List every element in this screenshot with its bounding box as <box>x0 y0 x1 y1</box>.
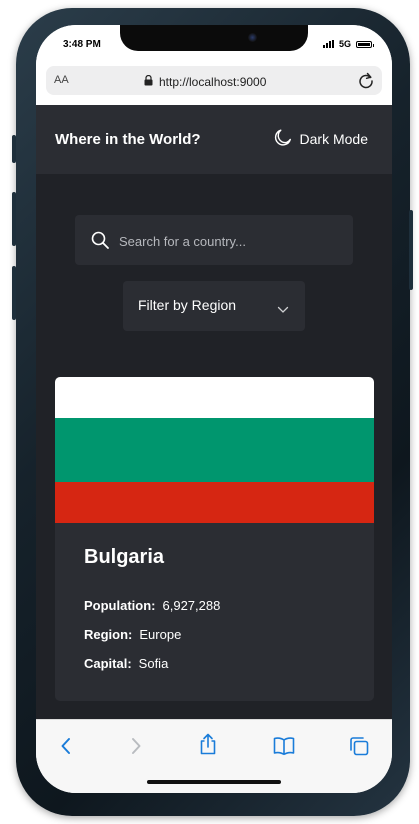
region-row: Region: Europe <box>84 627 181 642</box>
browser-toolbar <box>36 719 392 793</box>
battery-icon <box>356 40 374 48</box>
population-label: Population: <box>84 598 156 613</box>
reload-icon[interactable] <box>358 71 374 94</box>
tabs-icon[interactable] <box>348 735 370 762</box>
flag-stripe-green <box>55 418 374 482</box>
population-value: 6,927,288 <box>162 598 221 613</box>
status-bar: 3:48 PM 5G <box>36 25 392 67</box>
dark-mode-toggle[interactable]: Dark Mode <box>273 127 368 150</box>
chevron-down-icon <box>277 301 289 319</box>
notch <box>120 25 308 51</box>
search-input[interactable] <box>117 228 341 254</box>
capital-value: Sofia <box>138 656 169 671</box>
capital-label: Capital: <box>84 656 132 671</box>
dark-mode-label: Dark Mode <box>299 130 368 147</box>
moon-icon <box>273 127 293 150</box>
flag-stripe-white <box>55 377 374 418</box>
status-indicators: 5G <box>322 39 374 49</box>
lock-icon <box>144 73 153 91</box>
country-card[interactable]: Bulgaria Population: 6,927,288 Region: Eur… <box>55 377 374 701</box>
search-bar[interactable] <box>75 215 353 265</box>
region-filter-dropdown[interactable]: Filter by Region <box>123 281 305 331</box>
population-row: Population: 6,927,288 <box>84 598 220 613</box>
bookmarks-icon[interactable] <box>272 735 296 762</box>
back-icon[interactable] <box>59 735 73 762</box>
app-title: Where in the World? <box>55 131 201 148</box>
signal-icon <box>322 40 334 48</box>
silent-switch <box>12 135 16 163</box>
address-bar[interactable]: AA http://localhost:9000 <box>46 66 382 95</box>
url-display[interactable]: http://localhost:9000 <box>144 73 266 91</box>
network-type: 5G <box>338 39 351 49</box>
status-time: 3:48 PM <box>63 39 101 50</box>
url-text: http://localhost:9000 <box>159 75 267 89</box>
web-page: Where in the World? Dark Mode Filter by … <box>36 105 392 719</box>
volume-down-button <box>12 266 16 320</box>
filter-label: Filter by Region <box>138 297 237 313</box>
phone-screen: 3:48 PM 5G AA http://localhost:9000 Wher… <box>36 25 392 793</box>
volume-up-button <box>12 192 16 246</box>
region-value: Europe <box>139 627 182 642</box>
share-icon[interactable] <box>198 732 218 761</box>
forward-icon[interactable] <box>129 735 143 762</box>
flag-stripe-red <box>55 482 374 523</box>
country-name: Bulgaria <box>84 546 165 568</box>
region-label: Region: <box>84 627 133 642</box>
home-indicator <box>147 780 281 784</box>
power-button <box>409 210 413 290</box>
app-header: Where in the World? Dark Mode <box>36 105 392 174</box>
search-icon <box>90 230 110 255</box>
text-size-button[interactable]: AA <box>54 74 69 86</box>
capital-row: Capital: Sofia <box>84 656 168 671</box>
camera-icon <box>248 33 257 42</box>
